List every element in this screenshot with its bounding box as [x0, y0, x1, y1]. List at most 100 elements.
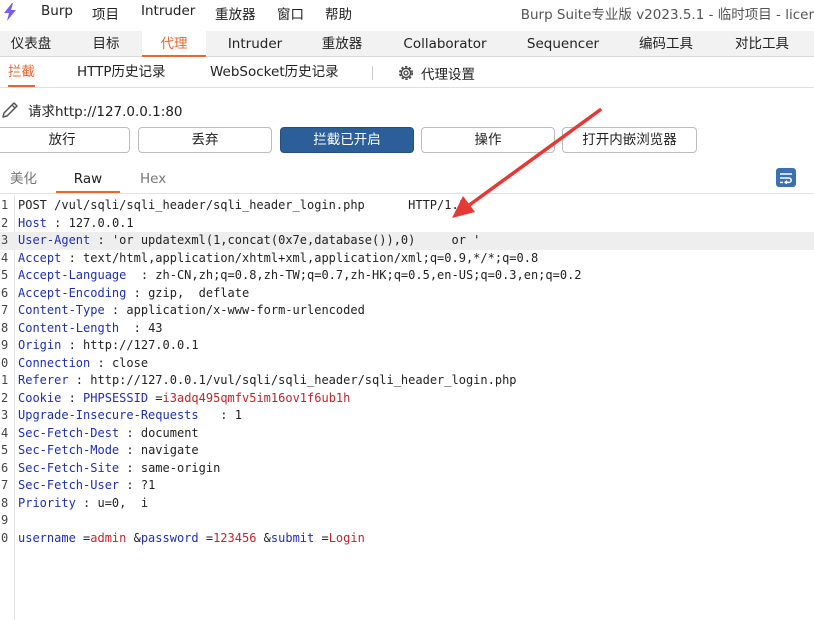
tab-dashboard[interactable]: 仪表盘 — [0, 31, 62, 57]
forward-button[interactable]: 放行 — [0, 127, 130, 153]
header-name: Host — [18, 215, 47, 230]
proxy-settings-button[interactable]: 代理设置 — [397, 62, 475, 84]
line-number: 8 — [1, 320, 9, 335]
line-number: 3 — [1, 408, 9, 422]
header-name: Priority — [18, 495, 76, 510]
menu-project[interactable]: 项目 — [92, 3, 119, 23]
menu-window[interactable]: 窗口 — [277, 3, 304, 23]
menu-burp[interactable]: Burp — [41, 3, 73, 19]
header-name: Accept-Encoding — [18, 285, 127, 300]
request-line-text: POST /vul/sqli/sqli_header/sqli_header_l… — [18, 198, 466, 212]
tab-hex[interactable]: Hex — [140, 166, 166, 193]
header-line: 7 Content-Type : application/x-www-form-u… — [0, 302, 814, 320]
header-value: application/x-www-form-urlencoded — [126, 303, 365, 317]
tab-raw[interactable]: Raw — [56, 166, 120, 193]
tab-pretty[interactable]: 美化 — [10, 166, 37, 193]
header-value: 43 — [148, 320, 163, 335]
line-number: 4 — [1, 250, 9, 265]
header-name: Content-Length — [18, 320, 120, 335]
wrap-lines-icon — [780, 172, 792, 184]
tab-proxy[interactable]: 代理 — [142, 31, 206, 57]
line-number: 5 — [1, 443, 9, 457]
line-number: 9 — [1, 513, 9, 527]
menu-help[interactable]: 帮助 — [325, 3, 352, 23]
request-target-label: 请求http://127.0.0.1:80 — [28, 104, 183, 120]
tab-collaborator[interactable]: Collaborator — [396, 31, 494, 57]
line-number: 6 — [1, 460, 9, 475]
request-line: 1 POST /vul/sqli/sqli_header/sqli_header_… — [0, 197, 814, 215]
header-name: Sec-Fetch-Dest — [18, 425, 120, 440]
main-tab-bar: 仪表盘 目标 代理 Intruder 重放器 Collaborator Sequ… — [0, 31, 814, 57]
cookie-value: i3adq495qmfv5im16ov1f6ub1h — [162, 390, 351, 405]
tab-divider — [372, 66, 373, 80]
line-number: 1 — [1, 198, 9, 212]
header-line: 0 Connection : close — [0, 355, 814, 373]
header-value: 'or updatexml(1,concat(0x7e,database()),… — [111, 233, 481, 247]
line-number: 9 — [1, 338, 9, 352]
header-line: 6 Accept-Encoding : gzip, deflate — [0, 285, 814, 303]
word-wrap-button[interactable] — [776, 168, 796, 187]
cookie-line: 2 Cookie : PHPSESSID =i3adq495qmfv5im16ov… — [0, 390, 814, 408]
header-name: Upgrade-Insecure-Requests — [18, 408, 199, 422]
header-value: 127.0.0.1 — [68, 215, 134, 230]
header-name: Referer — [18, 373, 69, 387]
header-line: 2 Host : 127.0.0.1 — [0, 215, 814, 233]
header-name: Sec-Fetch-Mode — [18, 443, 120, 457]
header-line: 8 Priority : u=0, i — [0, 495, 814, 513]
header-name: Cookie — [18, 390, 62, 405]
menu-bar: Burp 项目 Intruder 重放器 窗口 帮助 Burp Suite专业版… — [0, 0, 814, 24]
line-number: 7 — [1, 478, 9, 492]
header-name: Accept — [18, 250, 62, 265]
window-title: Burp Suite专业版 v2023.5.1 - 临时项目 - licer — [520, 7, 814, 23]
header-name: Content-Type — [18, 303, 105, 317]
header-line: 3 User-Agent : 'or updatexml(1,concat(0x7… — [0, 232, 814, 250]
line-number: 2 — [1, 390, 9, 405]
menu-repeater[interactable]: 重放器 — [215, 3, 256, 23]
line-number: 6 — [1, 285, 9, 300]
param-name: password — [140, 530, 199, 545]
header-name: User-Agent — [18, 233, 91, 247]
open-browser-button[interactable]: 打开内嵌浏览器 — [562, 127, 697, 153]
tab-comparer[interactable]: 对比工具 — [726, 31, 798, 57]
cookie-name: PHPSESSID — [83, 390, 149, 405]
tab-http-history[interactable]: HTTP历史记录 — [77, 58, 166, 87]
header-value: zh-CN,zh;q=0.8,zh-TW;q=0.7,zh-HK;q=0.5,e… — [155, 268, 582, 282]
blank-line: 9 — [0, 512, 814, 530]
header-value: ?1 — [140, 478, 156, 492]
drop-button[interactable]: 丢弃 — [138, 127, 272, 153]
line-number: 3 — [1, 233, 9, 247]
tab-decoder[interactable]: 编码工具 — [632, 31, 700, 57]
header-name: Sec-Fetch-Site — [18, 460, 120, 475]
param-value: Login — [328, 530, 365, 545]
pencil-icon[interactable] — [0, 100, 20, 120]
tab-sequencer[interactable]: Sequencer — [518, 31, 608, 57]
line-number: 4 — [1, 425, 9, 440]
tab-target[interactable]: 目标 — [78, 31, 134, 57]
editor-tab-bar: 美化 Raw Hex — [0, 166, 814, 194]
header-name: Sec-Fetch-User — [18, 478, 120, 492]
header-line: 6 Sec-Fetch-Site : same-origin — [0, 460, 814, 478]
header-value: http://127.0.0.1 — [83, 338, 199, 352]
proxy-sub-tab-bar: 拦截 HTTP历史记录 WebSocket历史记录 代理设置 — [0, 58, 814, 88]
tab-websocket-history[interactable]: WebSocket历史记录 — [210, 58, 339, 87]
header-line: 8 Content-Length : 43 — [0, 320, 814, 338]
intercept-toggle-button[interactable]: 拦截已开启 — [280, 127, 414, 153]
burp-logo-icon — [4, 3, 16, 21]
header-line: 5 Accept-Language : zh-CN,zh;q=0.8,zh-TW;… — [0, 267, 814, 285]
header-line: 4 Accept : text/html,application/xhtml+xm… — [0, 250, 814, 268]
line-number: 1 — [1, 373, 9, 387]
header-value: text/html,application/xhtml+xml,applicat… — [83, 250, 539, 265]
proxy-settings-label: 代理设置 — [421, 67, 475, 83]
line-number: 8 — [1, 495, 9, 510]
line-number: 0 — [1, 355, 9, 370]
tab-intercept[interactable]: 拦截 — [8, 58, 35, 87]
line-number: 2 — [1, 215, 9, 230]
tab-intruder[interactable]: Intruder — [218, 31, 292, 57]
raw-request-editor[interactable]: 1 POST /vul/sqli/sqli_header/sqli_header_… — [0, 195, 814, 620]
line-number: 7 — [1, 303, 9, 317]
action-button[interactable]: 操作 — [421, 127, 555, 153]
menu-intruder[interactable]: Intruder — [141, 3, 195, 19]
header-line: 5 Sec-Fetch-Mode : navigate — [0, 442, 814, 460]
body-line: 0 username =admin &password =123456 &subm… — [0, 530, 814, 548]
tab-repeater[interactable]: 重放器 — [310, 31, 374, 57]
